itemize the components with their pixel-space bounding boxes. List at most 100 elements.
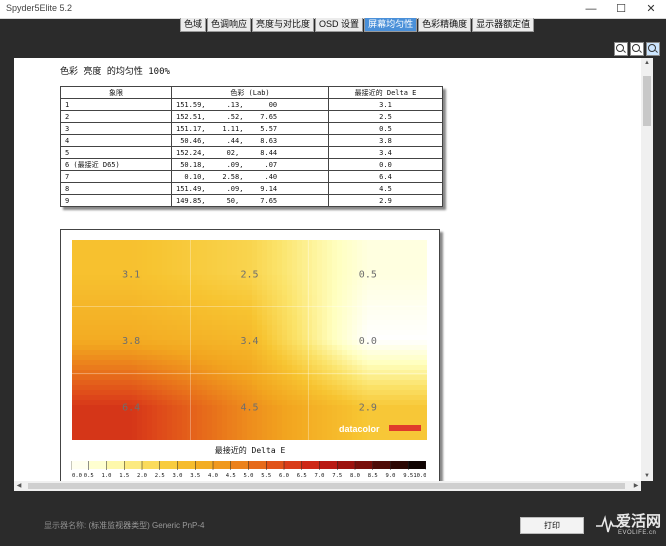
heatmap-cell [212,375,218,381]
heatmap-cell [267,270,273,276]
heatmap-cell [277,245,283,251]
heatmap-cell [177,270,183,276]
horizontal-scroll-thumb[interactable] [28,483,625,489]
heatmap-cell [287,285,293,291]
heatmap-cell [232,245,238,251]
vertical-scroll-thumb[interactable] [643,76,651,126]
tab-tone-response[interactable]: 色调响应 [207,18,252,32]
heatmap-cell [117,295,123,301]
heatmap-cell [337,345,343,351]
heatmap-cell [87,425,93,431]
tab-color-accuracy[interactable]: 色彩精确度 [418,18,472,32]
tab-display-rating[interactable]: 显示器额定值 [472,18,535,32]
heatmap-cell [137,325,143,331]
heatmap-cell [367,355,373,361]
heatmap-cell [257,355,263,361]
heatmap-cell [92,240,98,246]
heatmap-cell [297,240,303,246]
heatmap-cell [137,290,143,296]
heatmap-cell [227,375,233,381]
heatmap-cell [177,425,183,431]
zoom-out-icon[interactable] [630,42,644,56]
heatmap-cell [257,290,263,296]
heatmap-cell [372,245,378,251]
heatmap-cell [77,315,83,321]
heatmap-cell [132,320,138,326]
heatmap-cell [277,285,283,291]
heatmap-cell [257,425,263,431]
horizontal-scrollbar[interactable]: ◀ ▶ [14,481,641,491]
heatmap-cell [222,345,228,351]
heatmap-cell [237,305,243,311]
heatmap-cell [177,430,183,436]
heatmap-cell [417,410,423,416]
heatmap-cell [297,310,303,316]
heatmap-cell [247,300,253,306]
tab-osd-settings[interactable]: OSD 设置 [315,18,364,32]
heatmap-cell [207,320,213,326]
heatmap-cell [122,360,128,366]
scroll-right-icon[interactable]: ▶ [631,481,641,491]
heatmap-cell [257,435,263,440]
heatmap-cell [287,255,293,261]
heatmap-cell [392,405,398,411]
heatmap-cell [252,250,258,256]
heatmap-cell [272,370,278,376]
scroll-down-icon[interactable]: ▼ [641,471,653,481]
heatmap-cell [377,350,383,356]
heatmap-cell [197,360,203,366]
heatmap-cell [112,390,118,396]
print-button[interactable]: 打印 [520,517,584,534]
heatmap-cell [387,390,393,396]
heatmap-cell [387,350,393,356]
tab-brightness-contrast[interactable]: 亮度与对比度 [252,18,315,32]
heatmap-cell [302,360,308,366]
heatmap-cell [302,395,308,401]
zoom-in-icon[interactable] [614,42,628,56]
scroll-left-icon[interactable]: ◀ [14,481,24,491]
heatmap-cell [167,415,173,421]
heatmap-cell [167,430,173,436]
heatmap-cell [272,310,278,316]
heatmap-cell [232,265,238,271]
heatmap-cell [222,305,228,311]
minimize-button[interactable]: — [576,0,606,18]
tab-gamut[interactable]: 色域 [180,18,207,32]
heatmap-cell [412,290,418,296]
heatmap-cell [247,245,253,251]
vertical-scrollbar[interactable]: ▲ ▼ [641,58,653,481]
heatmap-cell [177,290,183,296]
heatmap-cell [242,315,248,321]
heatmap-cell [207,425,213,431]
heatmap-cell [112,425,118,431]
heatmap-cell [412,410,418,416]
heatmap-cell [147,425,153,431]
heatmap-cell [177,240,183,246]
heatmap-cell [307,365,313,371]
heatmap-cell [152,370,158,376]
heatmap-cell [212,435,218,440]
maximize-button[interactable]: ☐ [606,0,636,18]
heatmap-cell [202,425,208,431]
scroll-up-icon[interactable]: ▲ [641,58,653,68]
zoom-fit-icon[interactable] [646,42,660,56]
heatmap-cell [137,385,143,391]
heatmap-cell [307,255,313,261]
heatmap-cell [327,285,333,291]
heatmap-cell [337,355,343,361]
heatmap-cell [407,380,413,386]
heatmap-cell [192,430,198,436]
heatmap-cell [382,410,388,416]
heatmap-cell [422,280,427,286]
heatmap-cell [397,410,403,416]
heatmap-cell [337,240,343,246]
heatmap-cell [197,320,203,326]
heatmap-cell [412,380,418,386]
tab-screen-uniformity[interactable]: 屏幕均匀性 [364,18,418,32]
heatmap-cell [392,265,398,271]
heatmap-cell [317,320,323,326]
heatmap-cell [157,285,163,291]
heatmap-cell [402,320,408,326]
heatmap-cell [332,410,338,416]
close-button[interactable]: ✕ [636,0,666,18]
